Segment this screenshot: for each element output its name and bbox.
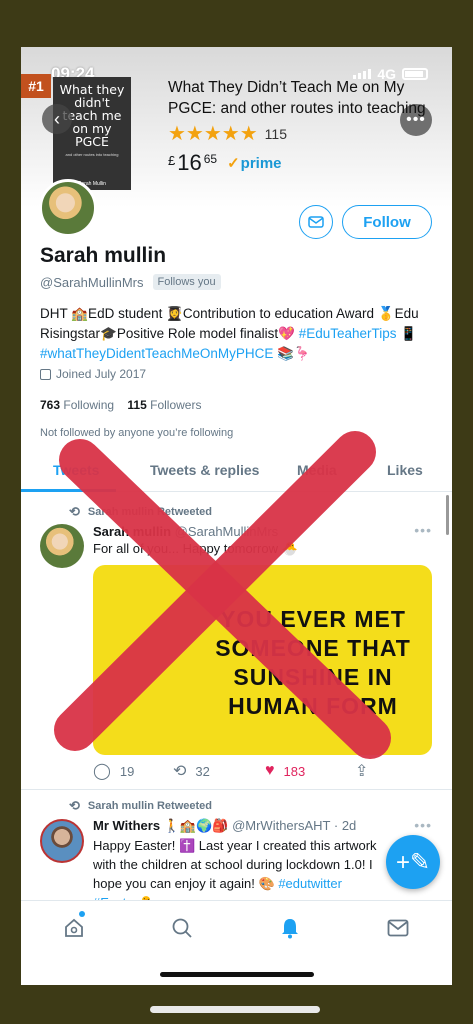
mail-icon [308,216,324,228]
follow-stats: 763 Following 115 Followers [40,398,201,412]
tweet-image[interactable]: YOU EVER MET SOMEONE THAT SUNSHINE IN HU… [93,565,432,755]
prime-check-icon: ✓ [227,155,240,172]
product-price: £ 16 65 ✓prime [168,150,282,176]
price-main: 16 [177,150,202,175]
retweet-text: Sarah mullin Retweeted [87,506,212,518]
product-rating: ★★★★★ 115 [168,121,287,146]
tweet-avatar[interactable] [40,819,84,863]
envelope-icon[interactable] [385,915,411,941]
tweet-header: Sarah mullin @SarahMullinMrs [93,524,278,539]
joined-text: Joined July 2017 [56,367,147,381]
calendar-icon [40,368,51,380]
followers-label: Followers [150,398,202,412]
tab-active-indicator [21,489,116,492]
retweet-icon: ⟲ [69,504,80,519]
back-button[interactable]: ‹ [42,104,72,134]
tweet-image-text: YOU EVER MET SOMEONE THAT SUNSHINE IN HU… [215,606,411,719]
rank-badge: #1 [21,74,51,98]
tweet-handle: @MrWithersAHT [232,818,331,833]
reply-button[interactable]: ◯ 19 [93,761,173,781]
tweet-text: For all of you... Happy tomorrow 🐣 [93,541,298,556]
retweet-button[interactable]: ⟲ 32 [173,761,265,781]
retweet-label-1: ⟲ Sarah mullin Retweeted [69,504,212,520]
reply-count: 19 [119,763,135,779]
profile-banner: #1 09:24 4G What they didn't teach me on… [21,47,452,207]
retweet-text: Sarah mullin Retweeted [87,800,212,812]
tweet-more-icon[interactable]: ••• [414,522,432,538]
retweet-icon: ⟲ [69,798,80,813]
tweet-time: · 2d [333,818,357,833]
tweet-handle: @SarahMullinMrs [174,524,279,539]
followers-count: 115 [127,398,147,412]
profile-tabs: Tweets Tweets & replies Media Likes [21,447,452,492]
follow-button[interactable]: Follow [342,205,432,239]
profile-bio: DHT 🏫EdD student 👩‍🎓Contribution to educ… [40,304,435,364]
outer-home-indicator [150,1006,320,1013]
tweet-divider [21,789,452,790]
tab-media[interactable]: Media [297,462,337,478]
following-link[interactable]: 763 Following [40,398,114,412]
profile-handle-row: @SarahMullinMrs Follows you [40,274,221,290]
search-icon[interactable] [169,915,195,941]
bio-end-emoji: 📚🦩 [277,346,311,361]
like-button[interactable]: ♥ 183 [265,761,355,781]
retweet-count: 32 [195,763,210,779]
share-button[interactable]: ⇪ [355,761,368,781]
scrollbar[interactable] [446,495,449,535]
home-icon[interactable] [61,915,87,941]
price-fraction: 65 [203,152,218,166]
tweet-more-icon[interactable]: ••• [414,817,432,833]
following-label: Following [63,398,115,412]
compose-icon: +✎ [395,848,431,876]
not-followed-note: Not followed by anyone you’re following [40,427,234,439]
follows-you-badge: Follows you [152,274,221,290]
tab-likes[interactable]: Likes [387,462,423,478]
book-cover-subtitle: and other routes into teaching [65,152,119,157]
bell-icon[interactable] [277,915,303,941]
tweet-author-emoji: 🚶🏫🌍🎒 [163,818,229,833]
tweet-header: Mr Withers 🚶🏫🌍🎒 @MrWithersAHT · 2d [93,818,356,834]
book-cover: What they didn't teach me on my PGCE and… [53,77,131,190]
phone-frame: #1 09:24 4G What they didn't teach me on… [0,0,473,1024]
price-currency: £ [168,153,176,168]
message-button[interactable] [299,205,333,239]
heart-icon: ♥ [265,762,275,779]
like-count: 183 [283,763,306,779]
bio-hashtag-book[interactable]: #whatTheyDidentTeachMeOnMyPHCE [40,346,273,361]
reply-icon: ◯ [93,763,111,780]
bottom-nav [21,900,452,985]
retweet-label-2: ⟲ Sarah mullin Retweeted [69,798,212,814]
home-indicator [160,972,314,977]
tab-tweets[interactable]: Tweets [53,462,99,478]
prime-label: prime [240,155,282,172]
star-rating-icon: ★★★★★ [168,123,258,145]
tweet-avatar[interactable] [40,524,84,568]
notification-dot [79,911,85,917]
share-icon: ⇪ [355,763,369,780]
product-title[interactable]: What They Didn’t Teach Me on My PGCE: an… [168,77,438,119]
compose-tweet-button[interactable]: +✎ [386,835,440,889]
prime-badge: ✓prime [227,154,281,172]
rating-count: 115 [264,125,287,142]
bio-mid-emoji: 📱 [400,326,418,341]
tab-tweets-replies[interactable]: Tweets & replies [150,462,259,478]
retweet-action-icon: ⟲ [173,763,187,780]
tweet-author[interactable]: Sarah mullin [93,524,171,539]
tweet-actions: ◯ 19 ⟲ 32 ♥ 183 ⇪ [93,761,423,781]
profile-avatar[interactable] [39,179,97,237]
joined-date: Joined July 2017 [40,367,146,381]
twitter-screen: #1 09:24 4G What they didn't teach me on… [21,47,452,985]
profile-name: Sarah mullin [40,244,167,267]
chevron-left-icon: ‹ [54,108,60,129]
bio-hashtag-eduteahertips[interactable]: #EduTeaherTips [299,326,397,341]
profile-handle: @SarahMullinMrs [40,274,144,290]
following-count: 763 [40,398,61,412]
tweet-author[interactable]: Mr Withers [93,818,160,833]
followers-link[interactable]: 115 Followers [127,398,201,412]
